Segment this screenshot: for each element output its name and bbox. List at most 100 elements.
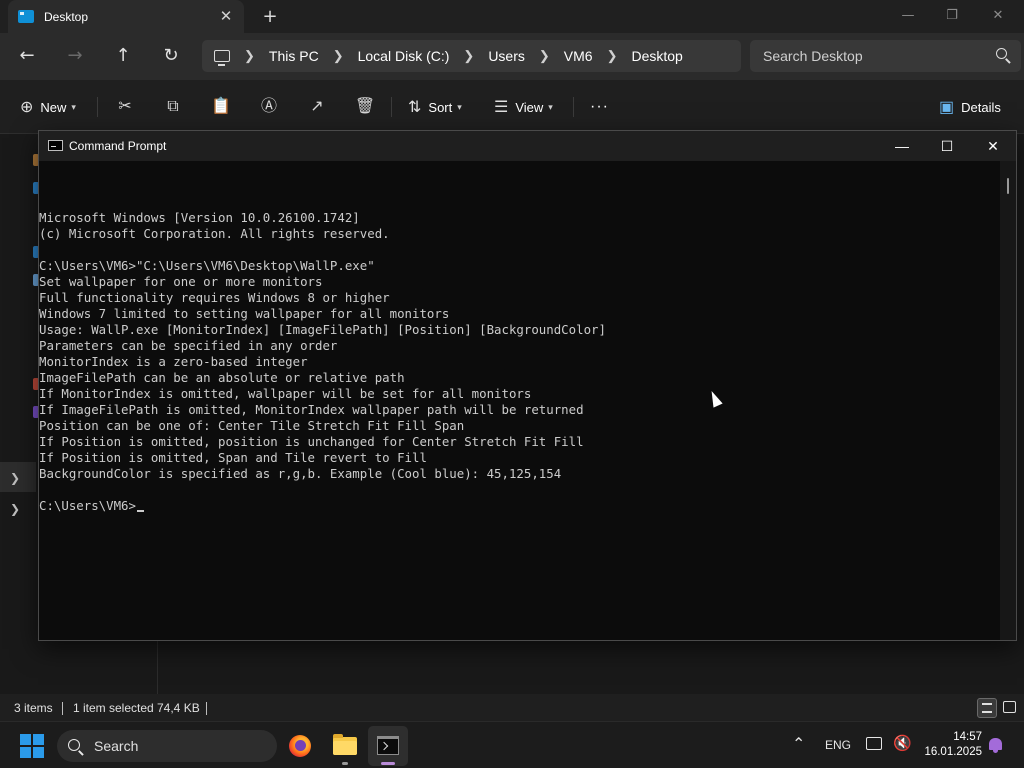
taskbar-search[interactable]: Search — [57, 730, 277, 762]
toolbar-divider — [573, 97, 574, 117]
paste-icon[interactable]: 📋 — [209, 95, 233, 119]
copy-icon[interactable]: ⧉ — [161, 95, 185, 119]
plus-circle-icon: ⊕ — [20, 99, 34, 116]
address-bar[interactable]: ❯ This PC ❯ Local Disk (C:) ❯ Users ❯ VM… — [202, 40, 741, 72]
console-line: Parameters can be specified in any order — [39, 338, 338, 353]
console-scrollbar[interactable] — [1000, 161, 1016, 640]
chevron-down-icon: ▾ — [457, 101, 462, 112]
tab-close-icon[interactable]: ✕ — [218, 8, 234, 24]
taskbar-app-command-prompt[interactable] — [368, 726, 408, 766]
tiles-icon — [1003, 701, 1016, 713]
taskbar-app-file-explorer[interactable] — [325, 726, 365, 766]
chevron-right-icon[interactable]: ❯ — [539, 48, 550, 64]
toolbar-divider — [97, 97, 98, 117]
explorer-tab-desktop[interactable]: Desktop ✕ — [8, 0, 244, 33]
notification-bell-icon[interactable] — [989, 738, 1002, 753]
firefox-icon — [289, 735, 311, 757]
search-icon — [68, 739, 80, 751]
explorer-minimize-button[interactable]: — — [898, 6, 918, 26]
tray-overflow-chevron-up-icon[interactable]: ⌃ — [792, 734, 805, 754]
console-line: C:\Users\VM6>"C:\Users\VM6\Desktop\WallP… — [39, 258, 375, 273]
delete-icon[interactable]: 🗑 — [353, 95, 377, 119]
language-indicator[interactable]: ENG — [825, 738, 851, 752]
refresh-button[interactable]: ↻ — [159, 44, 183, 68]
running-indicator — [342, 762, 348, 765]
view-button[interactable]: ☰ View ▾ — [494, 97, 553, 117]
breadcrumb-this-pc[interactable]: This PC — [269, 48, 319, 64]
selection-size: 74,4 KB — [157, 701, 200, 715]
cmd-maximize-button[interactable]: ☐ — [937, 136, 957, 156]
explorer-maximize-button[interactable]: ❐ — [942, 6, 962, 26]
sort-label: Sort — [428, 99, 453, 115]
volume-muted-icon[interactable]: 🔇 — [893, 734, 912, 752]
more-options-button[interactable]: ··· — [590, 97, 609, 117]
command-prompt-titlebar[interactable]: Command Prompt — ☐ ✕ — [39, 131, 1016, 161]
selection-count: 1 item selected — [73, 701, 154, 715]
taskbar-app-firefox[interactable] — [280, 726, 320, 766]
desktop-screen: Desktop ✕ + — ❐ ✕ ← → ↑ ↻ ❯ This PC ❯ Lo… — [0, 0, 1024, 768]
console-line: Microsoft Windows [Version 10.0.26100.17… — [39, 210, 360, 225]
chevron-right-icon[interactable]: ❯ — [244, 48, 255, 64]
chevron-right-icon[interactable]: ❯ — [607, 48, 618, 64]
console-output[interactable]: Microsoft Windows [Version 10.0.26100.17… — [39, 161, 1001, 640]
cmd-minimize-button[interactable]: — — [892, 136, 912, 156]
chevron-right-icon[interactable]: ❯ — [333, 48, 344, 64]
new-label: New — [40, 99, 67, 115]
forward-button[interactable]: → — [63, 44, 87, 68]
share-icon[interactable]: ↗ — [305, 95, 329, 119]
sort-button[interactable]: ⇅ Sort ▾ — [408, 97, 462, 117]
text-cursor — [136, 510, 144, 512]
details-label: Details — [961, 99, 1001, 115]
rename-icon[interactable]: Ⓐ — [257, 95, 281, 119]
breadcrumb-local-disk[interactable]: Local Disk (C:) — [358, 48, 450, 64]
new-button[interactable]: ⊕ New ▾ — [20, 97, 76, 117]
chevron-right-icon[interactable]: ❯ — [463, 48, 474, 64]
console-line: If MonitorIndex is omitted, wallpaper wi… — [39, 386, 532, 401]
explorer-navbar: ← → ↑ ↻ ❯ This PC ❯ Local Disk (C:) ❯ Us… — [0, 33, 1024, 80]
cmd-close-button[interactable]: ✕ — [983, 136, 1003, 156]
network-icon[interactable] — [866, 737, 882, 750]
new-tab-button[interactable]: + — [260, 7, 280, 27]
clock-date: 16.01.2025 — [924, 746, 982, 758]
up-button[interactable]: ↑ — [111, 44, 135, 68]
console-prompt-line[interactable]: C:\Users\VM6> — [39, 498, 1001, 514]
system-clock[interactable]: 14:57 16.01.2025 — [912, 730, 982, 760]
breadcrumb-desktop[interactable]: Desktop — [631, 48, 682, 64]
search-input[interactable] — [763, 46, 983, 66]
item-count: 3 items — [14, 701, 53, 715]
details-button[interactable]: ▣ Details — [939, 97, 1001, 117]
console-line: Set wallpaper for one or more monitors — [39, 274, 323, 289]
command-prompt-window[interactable]: Command Prompt — ☐ ✕ Microsoft Windows [… — [38, 130, 1017, 641]
console-line: Full functionality requires Windows 8 or… — [39, 290, 390, 305]
console-line: ImageFilePath can be an absolute or rela… — [39, 370, 405, 385]
breadcrumb-users[interactable]: Users — [488, 48, 525, 64]
windows-logo-icon — [20, 747, 31, 758]
clock-time: 14:57 — [953, 731, 982, 743]
console-line: Windows 7 limited to setting wallpaper f… — [39, 306, 450, 321]
chevron-right-icon[interactable]: ❯ — [10, 471, 24, 485]
start-button[interactable] — [20, 734, 44, 758]
command-prompt-icon — [48, 140, 63, 151]
console-line: Position can be one of: Center Tile Stre… — [39, 418, 465, 433]
back-button[interactable]: ← — [15, 44, 39, 68]
sort-icon: ⇅ — [408, 99, 422, 116]
active-indicator — [381, 762, 395, 765]
details-view-toggle[interactable] — [977, 698, 997, 718]
search-icon[interactable] — [996, 48, 1007, 59]
chevron-right-icon[interactable]: ❯ — [10, 502, 24, 516]
explorer-status-bar: 3 items 1 item selected 74,4 KB — [0, 694, 1024, 721]
console-line: If Position is omitted, Span and Tile re… — [39, 450, 427, 465]
taskbar-search-label: Search — [94, 738, 139, 754]
explorer-close-button[interactable]: ✕ — [988, 6, 1008, 26]
console-line: BackgroundColor is specified as r,g,b. E… — [39, 466, 562, 481]
tiles-view-toggle[interactable] — [1000, 698, 1020, 718]
view-list-icon: ☰ — [494, 99, 509, 116]
cut-icon[interactable]: ✂ — [113, 95, 137, 119]
breadcrumb-vm6[interactable]: VM6 — [564, 48, 593, 64]
windows-logo-icon — [20, 734, 31, 745]
console-line: MonitorIndex is a zero-based integer — [39, 354, 308, 369]
scrollbar-thumb[interactable] — [1007, 178, 1009, 194]
this-pc-icon — [214, 50, 230, 66]
